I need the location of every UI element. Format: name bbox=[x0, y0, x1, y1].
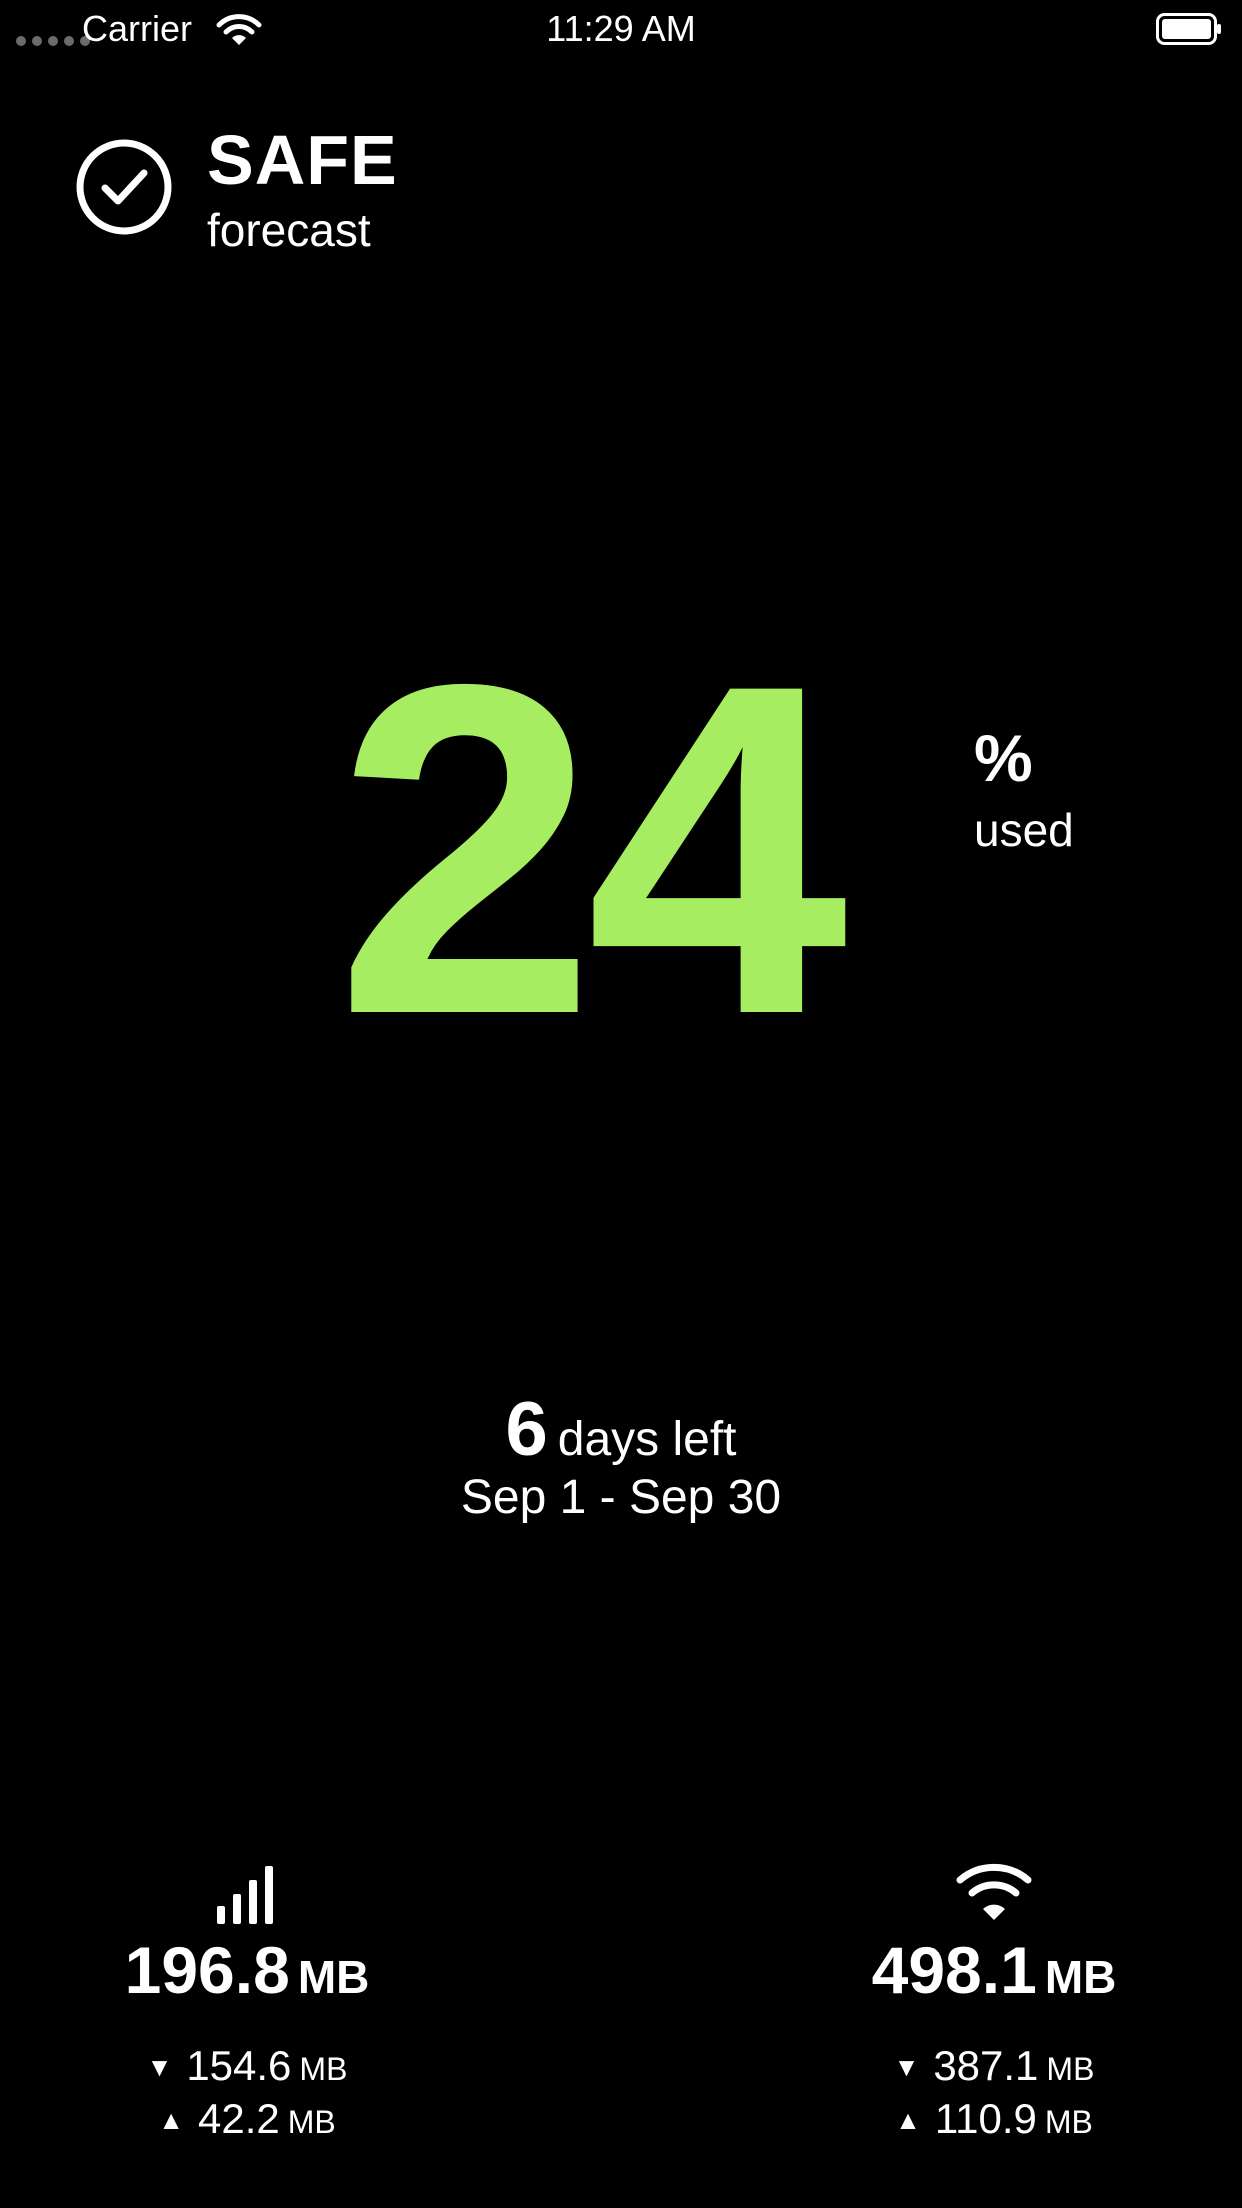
cellular-download-value: 154.6 bbox=[186, 2042, 292, 2089]
cellular-total-value: 196.8 bbox=[124, 1933, 290, 2007]
cellular-download: ▼ 154.6 MB bbox=[0, 2041, 497, 2094]
wifi-download: ▼ 387.1 MB bbox=[744, 2041, 1242, 2094]
cellular-upload-unit: MB bbox=[287, 2104, 336, 2140]
days-left-count: 6 bbox=[505, 1387, 548, 1472]
wifi-upload-value: 110.9 bbox=[934, 2095, 1037, 2142]
usage-percentage: 24 bbox=[335, 587, 848, 1112]
wifi-download-value: 387.1 bbox=[933, 2042, 1039, 2089]
download-arrow-icon: ▼ bbox=[146, 2052, 173, 2082]
wifi-total-value: 498.1 bbox=[871, 1933, 1037, 2007]
cellular-total: 196.8 MB bbox=[0, 1930, 497, 2017]
checkmark-circle-icon bbox=[76, 139, 172, 235]
upload-arrow-icon: ▲ bbox=[158, 2105, 184, 2135]
days-left-label: days left bbox=[557, 1413, 737, 1466]
wifi-upload: ▲ 110.9 MB bbox=[744, 2094, 1242, 2147]
status-time: 11:29 AM bbox=[546, 8, 696, 49]
wifi-upload-unit: MB bbox=[1044, 2104, 1093, 2140]
wifi-total-unit: MB bbox=[1044, 1951, 1117, 2003]
wifi-icon bbox=[956, 1863, 1032, 1920]
cellular-usage: 196.8 MB ▼ 154.6 MB ▲ 42.2 MB bbox=[0, 1860, 497, 2147]
cellular-upload: ▲ 42.2 MB bbox=[0, 2094, 497, 2147]
battery-icon bbox=[1156, 13, 1221, 45]
wifi-usage: 498.1 MB ▼ 387.1 MB ▲ 110.9 MB bbox=[744, 1860, 1242, 2147]
forecast-label: forecast bbox=[207, 204, 371, 256]
status-bar: Carrier 11:29 AM bbox=[0, 0, 1242, 60]
wifi-total: 498.1 MB bbox=[744, 1930, 1242, 2017]
cellular-signal-icon bbox=[217, 1866, 273, 1924]
download-arrow-icon: ▼ bbox=[893, 2052, 920, 2082]
upload-arrow-icon: ▲ bbox=[895, 2105, 921, 2135]
cellular-download-unit: MB bbox=[299, 2051, 348, 2087]
usage-label: used bbox=[974, 804, 1074, 856]
wifi-download-unit: MB bbox=[1046, 2051, 1095, 2087]
cellular-upload-value: 42.2 bbox=[197, 2095, 280, 2142]
forecast-status: SAFE bbox=[207, 121, 398, 199]
billing-period: Sep 1 - Sep 30 bbox=[460, 1471, 782, 1524]
cellular-total-unit: MB bbox=[297, 1951, 370, 2003]
usage-percent-sign: % bbox=[974, 721, 1033, 795]
